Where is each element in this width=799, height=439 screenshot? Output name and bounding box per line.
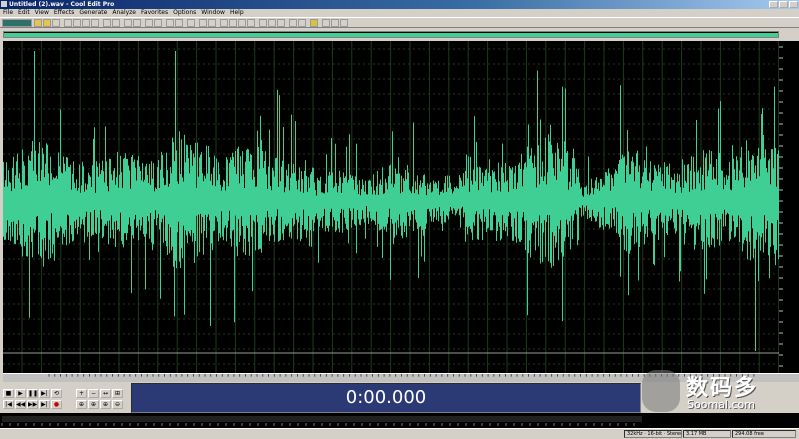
status-bar: 32kHz · 16-bit · Stereo 3.17 MB 294.08 f…	[0, 428, 799, 439]
zoom-right-button[interactable]: ⊕	[88, 400, 99, 409]
transport-panel: ■ ▶ ❚❚ ▶| ⟲ |◀ ◀◀ ▶▶ ▶| ● + − ↔ ⊞ ⊕ ⊕ ⊕ …	[0, 383, 130, 413]
menu-options[interactable]: Options	[173, 9, 196, 17]
window-title: Untitled (2).wav - Cool Edit Pro	[9, 1, 115, 8]
overview-bar[interactable]	[3, 31, 779, 38]
menu-effects[interactable]: Effects	[54, 9, 74, 17]
menu-file[interactable]: File	[3, 9, 13, 17]
window-controls	[769, 1, 798, 8]
status-format: 32kHz · 16-bit · Stereo	[624, 430, 682, 438]
toolbar	[0, 17, 799, 28]
spectral-view-button[interactable]	[166, 19, 174, 27]
menu-help[interactable]: Help	[230, 9, 244, 17]
zoom-out-horizontal-button[interactable]: −	[88, 389, 99, 398]
close-button[interactable]	[789, 1, 798, 8]
open-file-button[interactable]	[34, 19, 42, 27]
cue-list-button[interactable]	[199, 19, 207, 27]
menu-window[interactable]: Window	[201, 9, 225, 17]
paste-button[interactable]	[82, 19, 90, 27]
effect-button-3[interactable]	[238, 19, 246, 27]
effect-button-5[interactable]	[259, 19, 267, 27]
watermark: 数码多 Soomal.com	[640, 368, 799, 416]
effect-button-7[interactable]	[277, 19, 285, 27]
effect-button-2[interactable]	[229, 19, 237, 27]
menu-bar: File Edit View Effects Generate Analyze …	[0, 9, 799, 17]
watermark-domain: Soomal.com	[687, 398, 755, 411]
stop-button[interactable]: ■	[3, 389, 14, 398]
waveform-view-button[interactable]	[175, 19, 183, 27]
effect-button-8[interactable]	[289, 19, 297, 27]
fast-forward-button[interactable]: ▶▶	[27, 400, 38, 409]
multitrack-toggle-button[interactable]	[2, 19, 32, 27]
menu-edit[interactable]: Edit	[18, 9, 30, 17]
zoom-out-vertical-button[interactable]: ⊖	[112, 400, 123, 409]
zoom-selection-button[interactable]: ⊞	[112, 389, 123, 398]
settings-button[interactable]	[187, 19, 195, 27]
rewind-button[interactable]: ◀◀	[15, 400, 26, 409]
status-file-size: 3.17 MB	[683, 430, 731, 438]
zoom-in-vertical-button[interactable]: ⊕	[100, 400, 111, 409]
watermark-logo	[642, 370, 680, 412]
undo-button[interactable]	[103, 19, 111, 27]
effect-button-10[interactable]	[322, 19, 330, 27]
waveform-display[interactable]	[3, 41, 779, 373]
mix-paste-button[interactable]	[91, 19, 99, 27]
play-button[interactable]: ▶	[15, 389, 26, 398]
effect-button-9[interactable]	[298, 19, 306, 27]
time-display: 0:00.000	[131, 383, 641, 413]
play-to-end-button[interactable]: ▶|	[39, 389, 50, 398]
menu-favorites[interactable]: Favorites	[141, 9, 168, 17]
save-file-button[interactable]	[43, 19, 51, 27]
minimize-button[interactable]	[769, 1, 778, 8]
status-free-space: 294.08 free	[732, 430, 796, 438]
loop-button[interactable]: ⟲	[51, 389, 62, 398]
amplitude-ruler	[779, 41, 799, 373]
favorites-button[interactable]	[310, 19, 318, 27]
menu-generate[interactable]: Generate	[79, 9, 107, 17]
zoom-left-button[interactable]: ⊕	[76, 400, 87, 409]
play-list-button[interactable]	[208, 19, 216, 27]
menu-view[interactable]: View	[35, 9, 49, 17]
record-button[interactable]: ●	[51, 400, 62, 409]
cut-button[interactable]	[64, 19, 72, 27]
effect-button-11[interactable]	[331, 19, 339, 27]
effect-button-4[interactable]	[247, 19, 255, 27]
effect-button-12[interactable]	[340, 19, 348, 27]
silence-button[interactable]	[133, 19, 141, 27]
effect-button-1[interactable]	[220, 19, 228, 27]
redo-button[interactable]	[112, 19, 120, 27]
menu-analyze[interactable]: Analyze	[112, 9, 136, 17]
zoom-full-button[interactable]: ↔	[100, 389, 111, 398]
go-to-start-button[interactable]: |◀	[3, 400, 14, 409]
effect-button-6[interactable]	[268, 19, 276, 27]
zoom-out-button[interactable]	[154, 19, 162, 27]
copy-button[interactable]	[73, 19, 81, 27]
pause-button[interactable]: ❚❚	[27, 389, 38, 398]
zoom-in-button[interactable]	[145, 19, 153, 27]
app-icon	[1, 1, 7, 7]
trim-button[interactable]	[124, 19, 132, 27]
level-meter-track	[2, 416, 642, 422]
overview-visible-range[interactable]	[4, 33, 778, 37]
zoom-in-horizontal-button[interactable]: +	[76, 389, 87, 398]
append-file-button[interactable]	[52, 19, 60, 27]
go-to-end-button[interactable]: ▶|	[39, 400, 50, 409]
maximize-button[interactable]	[779, 1, 788, 8]
title-bar: Untitled (2).wav - Cool Edit Pro	[0, 0, 799, 9]
